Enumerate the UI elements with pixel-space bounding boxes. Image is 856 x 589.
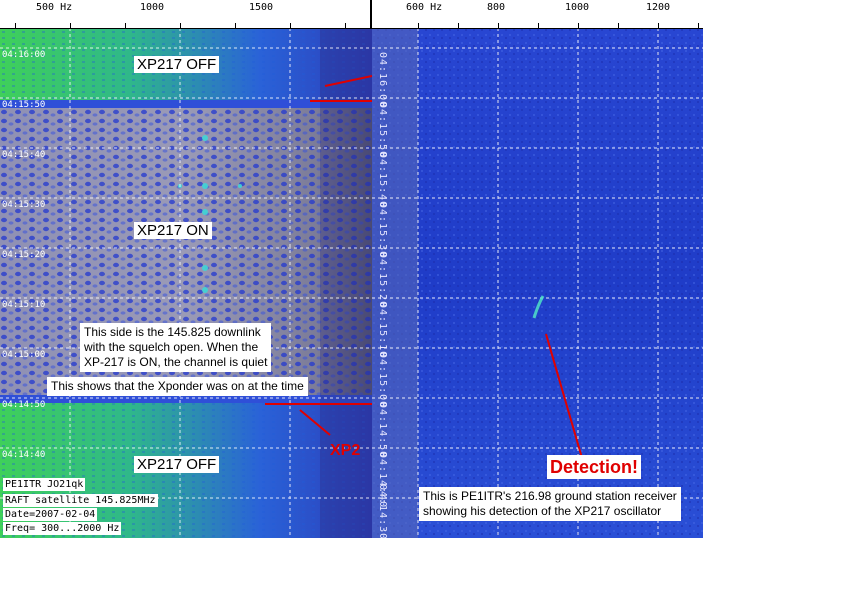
time-label: 04:15:40	[377, 152, 388, 209]
right-waterfall-image	[372, 28, 703, 538]
xp217-off-bottom-label: XP217 OFF	[134, 456, 220, 473]
right-frequency-axis: 600 Hz 800 1000 1200	[372, 0, 703, 29]
right-waterfall-panel: 600 Hz 800 1000 1200 04:16:00 04:15:50 0…	[372, 0, 703, 538]
freq-tick-label: 600 Hz	[406, 2, 443, 13]
time-label: 04:15:00	[377, 352, 388, 409]
time-label: 04:15:30	[377, 202, 388, 259]
time-label: 04:15:50	[377, 102, 388, 159]
time-label: 04:14:50	[377, 402, 388, 459]
freq-tick-label: 800	[487, 2, 506, 13]
detection-label: Detection!	[547, 455, 642, 479]
time-label: 04:16:00	[377, 52, 388, 109]
time-label: 04:15:30	[2, 200, 46, 210]
downlink-note-line: XP-217 is ON, the channel is quiet	[84, 355, 268, 369]
time-label: 04:16:00	[2, 50, 46, 60]
time-label: 04:15:50	[2, 100, 46, 110]
xp-marker-label: XP2	[330, 442, 361, 459]
time-label: 04:15:10	[377, 302, 388, 359]
left-frequency-axis: 500 Hz 1000 1500	[0, 0, 372, 29]
time-label: 04:14:50	[2, 400, 46, 410]
info-freq-range: Freq= 300...2000 Hz	[3, 522, 122, 535]
info-callsign: PE1ITR JO21qk	[3, 478, 86, 491]
info-satellite: RAFT satellite 145.825MHz	[3, 494, 158, 507]
info-date: Date=2007-02-04	[3, 508, 98, 521]
time-label: 04:14:30	[377, 484, 388, 538]
time-label: 04:15:40	[2, 150, 46, 160]
time-label: 04:15:00	[2, 350, 46, 360]
time-label: 04:15:20	[377, 252, 388, 309]
receiver-note: This is PE1ITR's 216.98 ground station r…	[419, 487, 681, 521]
receiver-note-line: This is PE1ITR's 216.98 ground station r…	[423, 489, 677, 503]
xp217-on-label: XP217 ON	[134, 222, 212, 239]
time-label: 04:14:40	[2, 450, 46, 460]
downlink-note-line: with the squelch open. When the	[84, 340, 259, 354]
time-label: 04:15:10	[2, 300, 46, 310]
downlink-note: This side is the 145.825 downlink with t…	[80, 323, 272, 372]
freq-tick-label: 1500	[249, 2, 274, 13]
freq-tick-label: 1200	[646, 2, 671, 13]
freq-tick-label: 1000	[140, 2, 165, 13]
downlink-note-line: This side is the 145.825 downlink	[84, 325, 261, 339]
left-waterfall-panel: 500 Hz 1000 1500 04:16:00 04:15:50 04:15…	[0, 0, 372, 538]
freq-tick-label: 500 Hz	[36, 2, 73, 13]
freq-tick-label: 1000	[565, 2, 590, 13]
receiver-note-line: showing his detection of the XP217 oscil…	[423, 504, 662, 518]
time-label: 04:15:20	[2, 250, 46, 260]
xponder-note: This shows that the Xponder was on at th…	[47, 377, 308, 396]
xp217-off-top-label: XP217 OFF	[134, 56, 220, 73]
